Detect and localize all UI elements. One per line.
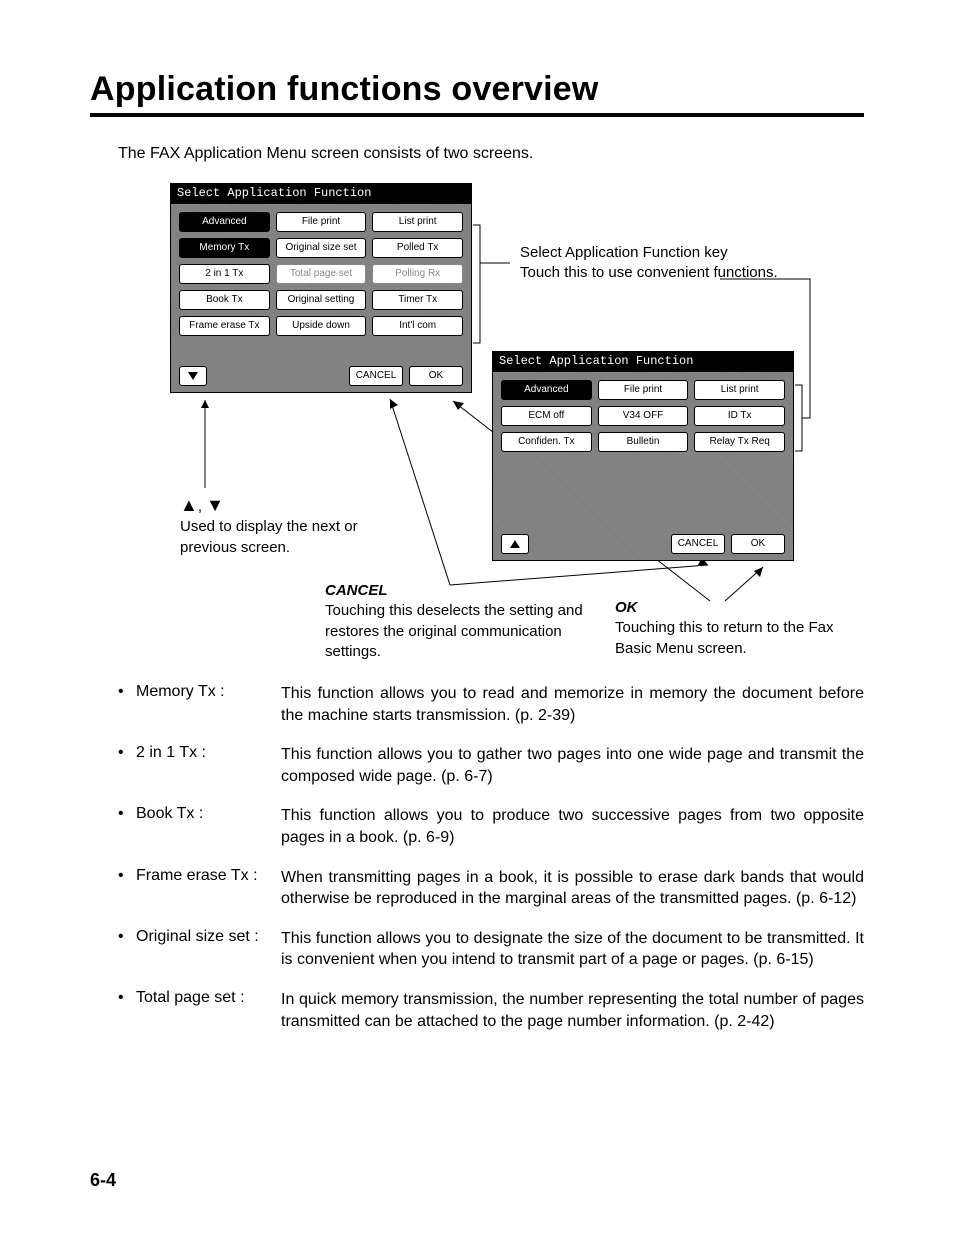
bullet-item: •Original size set :This function allows… bbox=[118, 928, 864, 971]
button-row: Book Tx Original settingTimer Tx bbox=[179, 290, 463, 310]
bullet-term: Memory Tx : bbox=[136, 683, 281, 726]
diagram: Select Application Function Advanced File… bbox=[170, 183, 930, 673]
button-row: ECM off V34 OFFID Tx bbox=[501, 406, 785, 426]
bullet-desc: When transmitting pages in a book, it is… bbox=[281, 867, 864, 910]
panel-2-footer: CANCEL OK bbox=[501, 534, 785, 554]
button-row: Advanced File printList print bbox=[179, 212, 463, 232]
ok-button[interactable]: OK bbox=[409, 366, 463, 386]
panel-1-title: Select Application Function bbox=[171, 184, 471, 204]
bullet-desc: This function allows you to produce two … bbox=[281, 805, 864, 848]
bullet-term: Book Tx : bbox=[136, 805, 281, 848]
bullet-item: •Frame erase Tx :When transmitting pages… bbox=[118, 867, 864, 910]
callout-select-key-line1: Select Application Function key bbox=[520, 244, 728, 261]
function-button[interactable]: ID Tx bbox=[694, 406, 785, 426]
bullet-item: •Memory Tx :This function allows you to … bbox=[118, 683, 864, 726]
function-button[interactable]: Polled Tx bbox=[372, 238, 463, 258]
bullet-dot: • bbox=[118, 989, 136, 1032]
bullet-term: Original size set : bbox=[136, 928, 281, 971]
up-arrow-button[interactable] bbox=[501, 534, 529, 554]
ok-button[interactable]: OK bbox=[731, 534, 785, 554]
function-button[interactable]: Book Tx bbox=[179, 290, 270, 310]
callout-ok-text: Touching this to return to the Fax Basic… bbox=[615, 619, 833, 656]
function-button[interactable]: Relay Tx Req bbox=[694, 432, 785, 452]
function-button[interactable]: Polling Rx bbox=[372, 264, 463, 284]
function-button[interactable]: V34 OFF bbox=[598, 406, 689, 426]
panel-1-footer: CANCEL OK bbox=[179, 366, 463, 386]
cancel-button[interactable]: CANCEL bbox=[349, 366, 403, 386]
bullet-term: Frame erase Tx : bbox=[136, 867, 281, 910]
callout-cancel: CANCEL Touching this deselects the setti… bbox=[325, 581, 610, 662]
function-button[interactable]: Original setting bbox=[276, 290, 367, 310]
callout-comma: , bbox=[198, 498, 202, 515]
bullet-desc: In quick memory transmission, the number… bbox=[281, 989, 864, 1032]
panel-screen-1: Select Application Function Advanced File… bbox=[170, 183, 472, 393]
function-button[interactable]: Frame erase Tx bbox=[179, 316, 270, 336]
function-button[interactable]: Timer Tx bbox=[372, 290, 463, 310]
function-button[interactable]: Memory Tx bbox=[179, 238, 270, 258]
function-button[interactable]: Int'l com bbox=[372, 316, 463, 336]
callout-ok-label: OK bbox=[615, 599, 638, 616]
title-rule bbox=[90, 113, 864, 117]
function-button[interactable]: File print bbox=[598, 380, 689, 400]
function-button[interactable]: File print bbox=[276, 212, 367, 232]
button-row: Frame erase Tx Upside downInt'l com bbox=[179, 316, 463, 336]
function-button[interactable]: Advanced bbox=[179, 212, 270, 232]
cancel-button[interactable]: CANCEL bbox=[671, 534, 725, 554]
panel-2-grid: Advanced File printList print ECM off V34 O… bbox=[501, 380, 785, 452]
bullet-item: •2 in 1 Tx :This function allows you to … bbox=[118, 744, 864, 787]
callout-select-key: Select Application Function key Touch th… bbox=[520, 243, 820, 284]
function-button[interactable]: Confiden. Tx bbox=[501, 432, 592, 452]
up-arrow-icon: ▲ bbox=[180, 495, 198, 515]
function-button[interactable]: Bulletin bbox=[598, 432, 689, 452]
function-button[interactable]: List print bbox=[372, 212, 463, 232]
function-button[interactable]: 2 in 1 Tx bbox=[179, 264, 270, 284]
function-button[interactable]: ECM off bbox=[501, 406, 592, 426]
function-button[interactable]: List print bbox=[694, 380, 785, 400]
page-title: Application functions overview bbox=[90, 70, 864, 109]
callout-prev-next-text: Used to display the next or previous scr… bbox=[180, 518, 358, 555]
down-arrow-icon: ▼ bbox=[206, 495, 224, 515]
function-button[interactable]: Original size set bbox=[276, 238, 367, 258]
manual-page: Application functions overview The FAX A… bbox=[0, 0, 954, 1235]
button-row: Memory Tx Original size setPolled Tx bbox=[179, 238, 463, 258]
bullet-dot: • bbox=[118, 867, 136, 910]
panel-1-grid: Advanced File printList print Memory Tx Ori… bbox=[179, 212, 463, 336]
button-row: Confiden. Tx BulletinRelay Tx Req bbox=[501, 432, 785, 452]
panel-screen-2: Select Application Function Advanced File… bbox=[492, 351, 794, 561]
function-button[interactable]: Upside down bbox=[276, 316, 367, 336]
panel-2-title: Select Application Function bbox=[493, 352, 793, 372]
bullet-desc: This function allows you to designate th… bbox=[281, 928, 864, 971]
callout-select-key-line2: Touch this to use convenient functions. bbox=[520, 264, 778, 281]
bullet-item: •Total page set :In quick memory transmi… bbox=[118, 989, 864, 1032]
callout-cancel-text: Touching this deselects the setting and … bbox=[325, 602, 583, 660]
callout-prev-next: ▲, ▼ Used to display the next or previou… bbox=[180, 493, 400, 558]
bullet-dot: • bbox=[118, 928, 136, 971]
callout-ok: OK Touching this to return to the Fax Ba… bbox=[615, 598, 845, 659]
bullet-term: Total page set : bbox=[136, 989, 281, 1032]
chevron-up-icon bbox=[508, 538, 522, 550]
bullet-desc: This function allows you to gather two p… bbox=[281, 744, 864, 787]
callout-cancel-label: CANCEL bbox=[325, 582, 388, 599]
down-arrow-button[interactable] bbox=[179, 366, 207, 386]
intro-text: The FAX Application Menu screen consists… bbox=[118, 145, 864, 163]
button-row: Advanced File printList print bbox=[501, 380, 785, 400]
bullet-desc: This function allows you to read and mem… bbox=[281, 683, 864, 726]
function-button[interactable]: Total page set bbox=[276, 264, 367, 284]
button-row: 2 in 1 Tx Total page setPolling Rx bbox=[179, 264, 463, 284]
function-button[interactable]: Advanced bbox=[501, 380, 592, 400]
chevron-down-icon bbox=[186, 370, 200, 382]
bullet-dot: • bbox=[118, 805, 136, 848]
bullet-item: •Book Tx :This function allows you to pr… bbox=[118, 805, 864, 848]
bullet-dot: • bbox=[118, 744, 136, 787]
bullet-term: 2 in 1 Tx : bbox=[136, 744, 281, 787]
bullet-list: •Memory Tx :This function allows you to … bbox=[118, 683, 864, 1032]
bullet-dot: • bbox=[118, 683, 136, 726]
page-number: 6-4 bbox=[90, 1170, 116, 1191]
